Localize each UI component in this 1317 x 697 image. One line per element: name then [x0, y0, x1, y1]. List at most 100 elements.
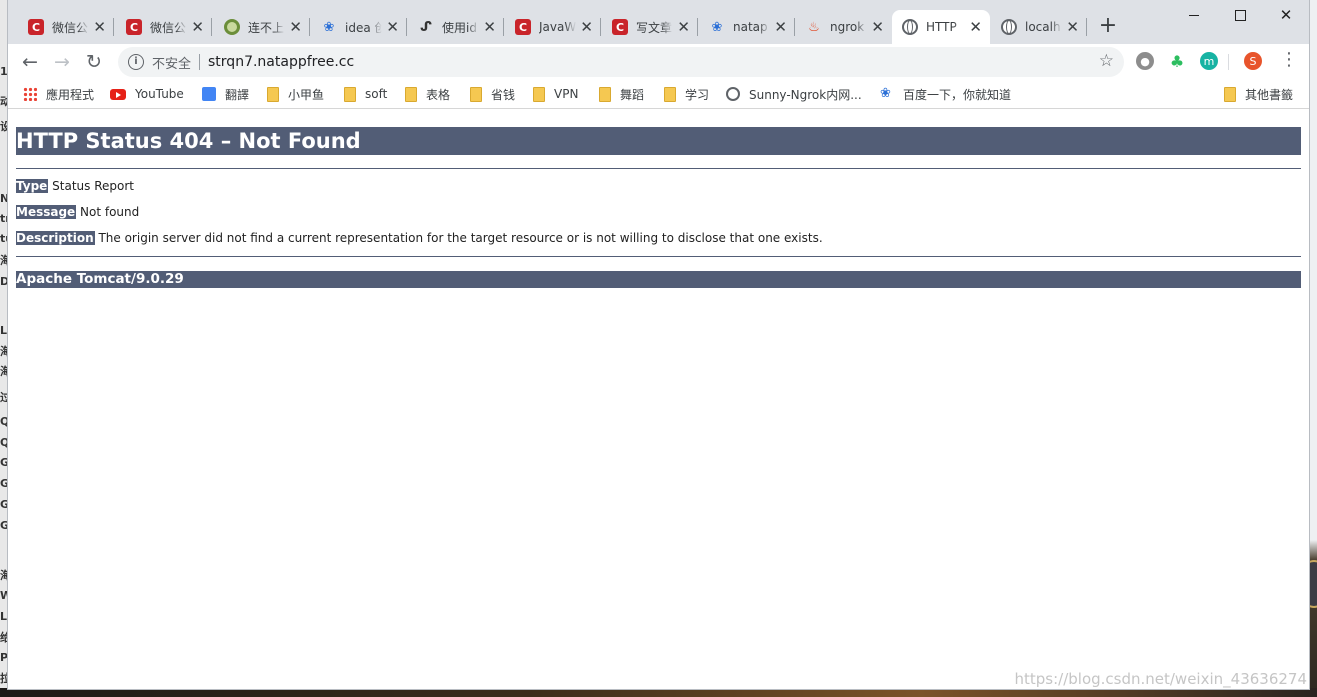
- close-icon[interactable]: ✕: [386, 19, 399, 35]
- message-label: Message: [16, 205, 77, 219]
- close-icon[interactable]: ✕: [871, 19, 884, 35]
- back-button[interactable]: ←: [14, 46, 46, 78]
- bookmark-folder[interactable]: VPN: [533, 84, 578, 104]
- bookmark-label: YouTube: [135, 87, 184, 101]
- divider: [16, 168, 1301, 169]
- tab-1[interactable]: C 微信公 ✕: [116, 10, 212, 44]
- tab-4[interactable]: ᔑ 使用id ✕: [408, 10, 504, 44]
- evernote-icon[interactable]: ♣: [1168, 52, 1186, 71]
- csdn-icon: C: [126, 19, 142, 35]
- folder-icon: [344, 86, 356, 102]
- tab-title: HTTP: [926, 20, 957, 34]
- message-row: Message Not found: [16, 204, 1301, 220]
- bookmarks-bar: 應用程式 YouTube 翻譯 小甲鱼 soft 表格 省钱 VPN 舞蹈 学习…: [8, 80, 1309, 109]
- description-row: Description The origin server did not fi…: [16, 230, 1301, 246]
- folder-icon: [599, 86, 611, 102]
- bookmark-folder[interactable]: 学习: [664, 84, 709, 104]
- tab-title: 使用id: [442, 20, 477, 35]
- close-icon[interactable]: ✕: [969, 19, 982, 35]
- close-icon[interactable]: ✕: [93, 19, 106, 35]
- csdn-icon: C: [612, 19, 628, 35]
- bookmark-translate[interactable]: 翻譯: [202, 84, 249, 104]
- tab-3[interactable]: ❀ idea 创 ✕: [311, 10, 407, 44]
- bookmark-sunny-ngrok[interactable]: Sunny-Ngrok内网...: [726, 84, 862, 104]
- bookmark-folder[interactable]: soft: [344, 84, 387, 104]
- tab-title: idea 创: [345, 20, 383, 35]
- profile-avatar[interactable]: S: [1244, 52, 1262, 70]
- tab-0[interactable]: C 微信公 ✕: [18, 10, 114, 44]
- tab-8[interactable]: ♨ ngrok ✕: [796, 10, 892, 44]
- tab-title: ngrok: [830, 20, 865, 34]
- tab-10[interactable]: localh ✕: [991, 10, 1087, 44]
- tab-2[interactable]: 连不上 ✕: [214, 10, 310, 44]
- tab-title: JavaW: [539, 20, 577, 34]
- url-text[interactable]: strqn7.natappfree.cc: [208, 54, 354, 70]
- bookmark-folder[interactable]: 舞蹈: [599, 84, 644, 104]
- csdn-icon: C: [28, 19, 44, 35]
- tab-7[interactable]: ❀ natap ✕: [699, 10, 795, 44]
- bookmark-label: 省钱: [491, 87, 516, 102]
- bookmark-apps[interactable]: 應用程式: [23, 84, 94, 104]
- baidu-paw-icon: ❀: [880, 86, 891, 101]
- bookmark-star-icon[interactable]: ☆: [1099, 51, 1114, 71]
- translate-icon: [202, 87, 216, 101]
- folder-icon: [664, 86, 676, 102]
- new-tab-button[interactable]: +: [1096, 12, 1120, 40]
- folder-icon: [267, 86, 279, 102]
- bookmark-folder[interactable]: 表格: [405, 84, 450, 104]
- tab-title: localh: [1025, 20, 1061, 34]
- extension-pumpkin-icon[interactable]: ●: [1136, 52, 1154, 70]
- browser-window: C 微信公 ✕ C 微信公 ✕ 连不上 ✕ ❀ idea 创 ✕ ᔑ 使用id …: [8, 0, 1309, 689]
- folder-icon: [470, 86, 482, 102]
- bookmark-folder[interactable]: 小甲鱼: [267, 84, 324, 104]
- bookmark-folder[interactable]: 省钱: [470, 84, 515, 104]
- security-label[interactable]: 不安全: [152, 53, 191, 72]
- menu-kebab-icon[interactable]: ⋮: [1280, 49, 1298, 70]
- reload-button[interactable]: ↻: [78, 46, 110, 78]
- page-title: HTTP Status 404 – Not Found: [16, 127, 1301, 155]
- page-content: HTTP Status 404 – Not Found Type Status …: [8, 109, 1309, 689]
- folder-icon: [533, 86, 545, 102]
- message-value: Not found: [80, 205, 140, 219]
- flame-icon: ♨: [808, 19, 820, 35]
- close-icon[interactable]: ✕: [191, 19, 204, 35]
- close-icon[interactable]: ✕: [677, 19, 690, 35]
- type-value: Status Report: [52, 179, 134, 193]
- tab-title: 写文章: [636, 20, 673, 35]
- apps-icon: [23, 87, 37, 101]
- desktop-right-edge: [1297, 0, 1317, 697]
- tab-title: 连不上: [248, 20, 285, 35]
- bookmark-baidu[interactable]: ❀ 百度一下，你就知道: [880, 84, 1011, 104]
- server-footer: Apache Tomcat/9.0.29: [16, 271, 1301, 288]
- bookmark-other[interactable]: 其他書籤: [1224, 84, 1293, 104]
- tab-5[interactable]: C JavaW ✕: [505, 10, 601, 44]
- tab-9-active[interactable]: HTTP ✕: [892, 10, 990, 44]
- bookmark-label: 翻譯: [225, 87, 250, 102]
- info-icon[interactable]: i: [128, 54, 144, 70]
- globe-icon: [726, 87, 740, 101]
- youtube-icon: [110, 88, 126, 100]
- close-icon[interactable]: ✕: [483, 19, 496, 35]
- bookmark-youtube[interactable]: YouTube: [110, 84, 184, 104]
- globe-icon: [902, 19, 918, 35]
- bookmark-label: 表格: [426, 87, 451, 102]
- forward-button[interactable]: →: [46, 46, 78, 78]
- close-icon[interactable]: ✕: [289, 19, 302, 35]
- type-row: Type Status Report: [16, 178, 1301, 194]
- description-label: Description: [16, 231, 95, 245]
- close-icon[interactable]: ✕: [1066, 19, 1079, 35]
- description-value: The origin server did not find a current…: [98, 231, 823, 245]
- window-close-button[interactable]: ✕: [1263, 0, 1309, 30]
- bookmark-label: 應用程式: [46, 87, 95, 102]
- folder-icon: [1224, 86, 1236, 102]
- close-icon[interactable]: ✕: [774, 19, 787, 35]
- minimize-button[interactable]: [1171, 0, 1217, 30]
- maximize-button[interactable]: [1217, 0, 1263, 30]
- tab-6[interactable]: C 写文章 ✕: [602, 10, 698, 44]
- folder-icon: [405, 86, 417, 102]
- extension-m-icon[interactable]: m: [1200, 52, 1218, 70]
- tab-title: 微信公: [52, 20, 89, 35]
- address-bar[interactable]: i 不安全 strqn7.natappfree.cc ☆: [118, 47, 1124, 77]
- bookmark-label: 小甲鱼: [288, 87, 325, 102]
- close-icon[interactable]: ✕: [580, 19, 593, 35]
